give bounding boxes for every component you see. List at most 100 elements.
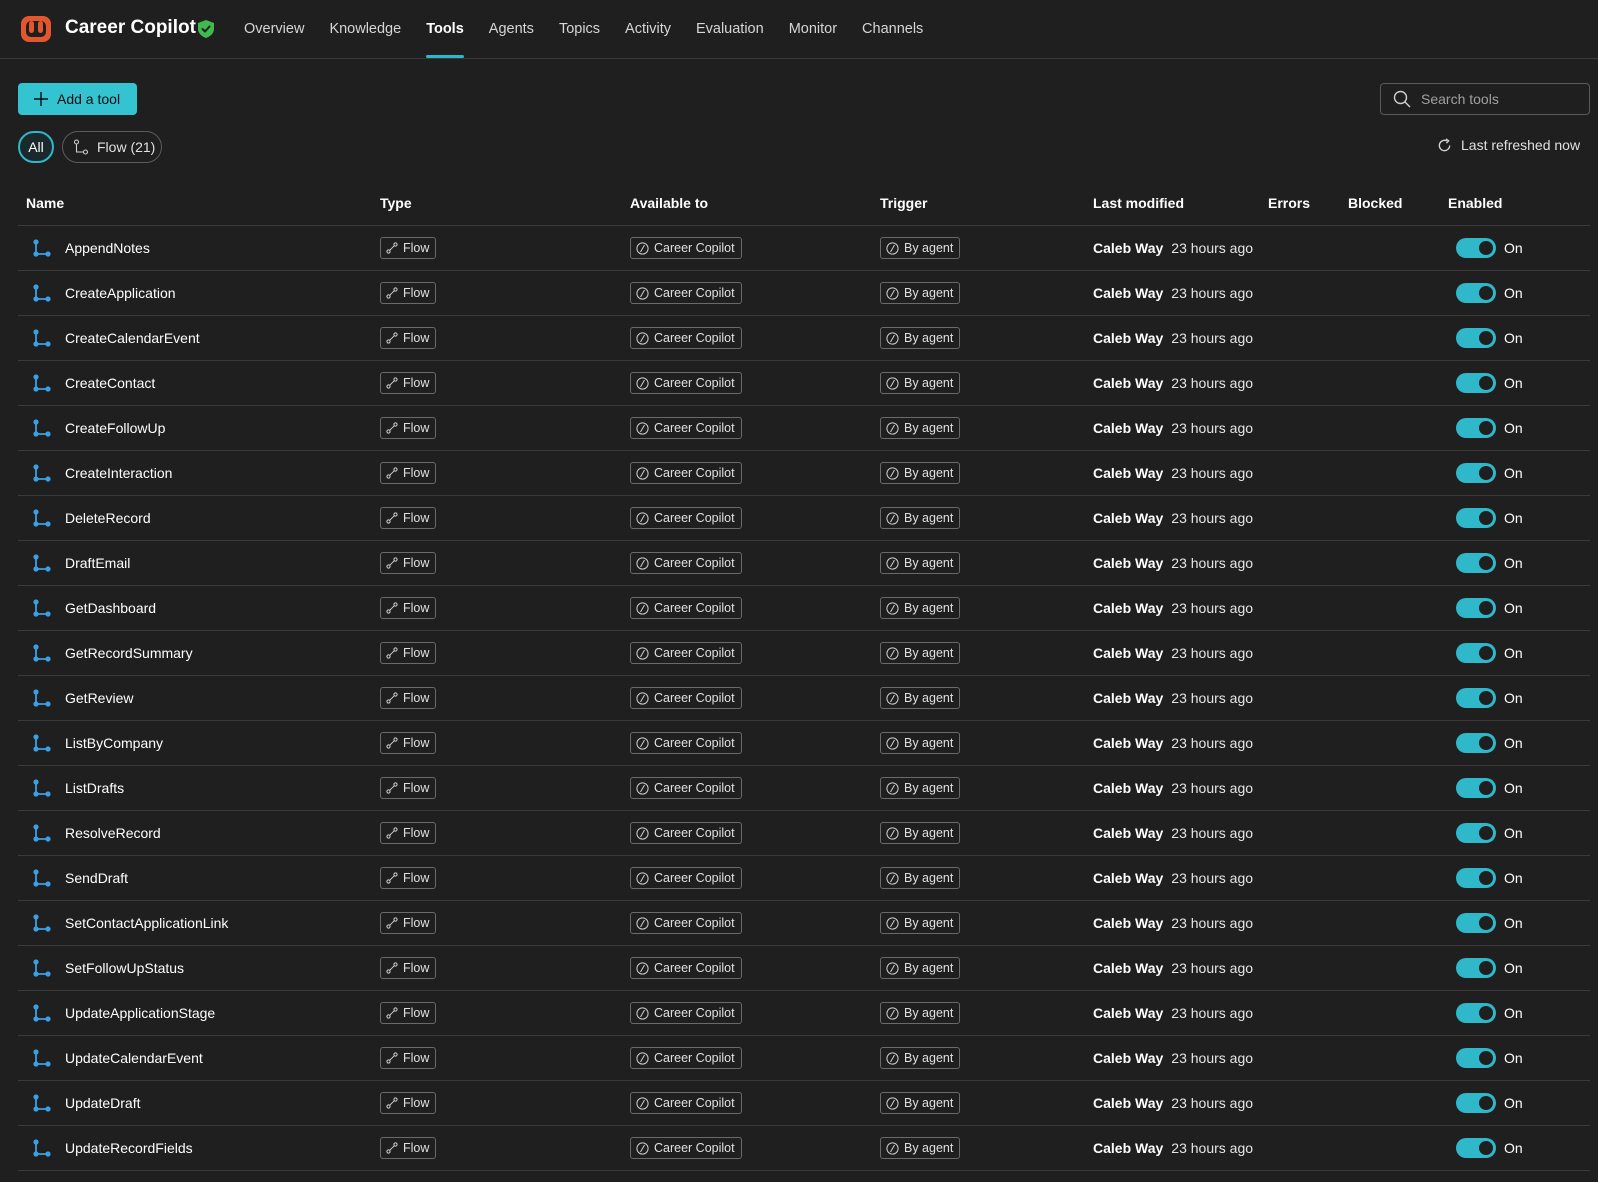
enabled-toggle[interactable] (1456, 418, 1496, 438)
table-row[interactable]: UpdateDraft Flow Career Copilot By agent… (18, 1081, 1590, 1126)
table-row[interactable]: SetFollowUpStatus Flow Career Copilot By… (18, 946, 1590, 991)
table-row[interactable]: CreateCalendarEvent Flow Career Copilot (18, 316, 1590, 361)
tool-name[interactable]: CreateCalendarEvent (65, 330, 200, 346)
enabled-toggle[interactable] (1456, 598, 1496, 618)
tool-name[interactable]: CreateFollowUp (65, 420, 165, 436)
tab-knowledge[interactable]: Knowledge (329, 0, 401, 58)
tool-name[interactable]: DeleteRecord (65, 510, 151, 526)
agent-icon (886, 601, 899, 615)
filter-all-chip[interactable]: All (18, 131, 54, 163)
tab-overview[interactable]: Overview (244, 0, 304, 58)
search-box[interactable] (1380, 83, 1590, 115)
tab-agents[interactable]: Agents (489, 0, 534, 58)
tool-name[interactable]: AppendNotes (65, 240, 150, 256)
table-row[interactable]: GetRecordSummary Flow Career Copilot By … (18, 631, 1590, 676)
available-text: Career Copilot (654, 421, 735, 435)
enabled-toggle[interactable] (1456, 463, 1496, 483)
tool-name[interactable]: CreateInteraction (65, 465, 172, 481)
tool-name[interactable]: UpdateApplicationStage (65, 1005, 215, 1021)
tool-name[interactable]: GetRecordSummary (65, 645, 193, 661)
enabled-toggle[interactable] (1456, 373, 1496, 393)
table-row[interactable]: SendDraft Flow Career Copilot By agent C… (18, 856, 1590, 901)
enabled-toggle[interactable] (1456, 283, 1496, 303)
tool-name[interactable]: UpdateDraft (65, 1095, 140, 1111)
tool-name[interactable]: CreateContact (65, 375, 155, 391)
enabled-toggle[interactable] (1456, 733, 1496, 753)
tab-monitor[interactable]: Monitor (789, 0, 837, 58)
table-row[interactable]: CreateFollowUp Flow Career Copilot By ag… (18, 406, 1590, 451)
enabled-toggle[interactable] (1456, 1138, 1496, 1158)
tool-name[interactable]: UpdateRecordFields (65, 1140, 193, 1156)
trigger-cell: By agent (880, 867, 1093, 889)
add-tool-button[interactable]: Add a tool (18, 83, 137, 115)
tool-name[interactable]: ListDrafts (65, 780, 124, 796)
enabled-toggle[interactable] (1456, 1093, 1496, 1113)
enabled-toggle[interactable] (1456, 868, 1496, 888)
link-icon (386, 1052, 398, 1064)
tool-name[interactable]: SendDraft (65, 870, 128, 886)
trigger-cell: By agent (880, 687, 1093, 709)
table-row[interactable]: UpdateRecordFields Flow Career Copilot B… (18, 1126, 1590, 1171)
table-row[interactable]: CreateContact Flow Career Copilot By age… (18, 361, 1590, 406)
enabled-toggle[interactable] (1456, 913, 1496, 933)
flow-icon (33, 599, 51, 617)
enabled-toggle[interactable] (1456, 238, 1496, 258)
enabled-toggle[interactable] (1456, 553, 1496, 573)
col-available-to[interactable]: Available to (630, 195, 880, 211)
enabled-toggle[interactable] (1456, 508, 1496, 528)
table-row[interactable]: GetDashboard Flow Career Copilot By agen… (18, 586, 1590, 631)
table-row[interactable]: UpdateCalendarEvent Flow Career Copilot (18, 1036, 1590, 1081)
table-row[interactable]: DeleteRecord Flow Career Copilot By agen… (18, 496, 1590, 541)
col-name[interactable]: Name (18, 195, 380, 211)
tab-activity[interactable]: Activity (625, 0, 671, 58)
col-type[interactable]: Type (380, 195, 630, 211)
tab-topics[interactable]: Topics (559, 0, 600, 58)
enabled-toggle[interactable] (1456, 778, 1496, 798)
col-last-modified[interactable]: Last modified (1093, 195, 1268, 211)
col-errors[interactable]: Errors (1268, 195, 1348, 211)
tool-name[interactable]: GetReview (65, 690, 133, 706)
enabled-toggle[interactable] (1456, 823, 1496, 843)
tool-name[interactable]: UpdateCalendarEvent (65, 1050, 203, 1066)
tab-channels[interactable]: Channels (862, 0, 923, 58)
table-row[interactable]: UpdateApplicationStage Flow Career Copil… (18, 991, 1590, 1036)
available-cell: Career Copilot (630, 462, 880, 484)
tool-name[interactable]: DraftEmail (65, 555, 130, 571)
table-row[interactable]: ListByCompany Flow Career Copilot By age… (18, 721, 1590, 766)
enabled-toggle[interactable] (1456, 688, 1496, 708)
col-blocked[interactable]: Blocked (1348, 195, 1448, 211)
tool-name[interactable]: SetContactApplicationLink (65, 915, 228, 931)
refresh-status[interactable]: Last refreshed now (1437, 137, 1580, 153)
table-row[interactable]: SetContactApplicationLink Flow Career Co… (18, 901, 1590, 946)
app-title[interactable]: Career Copilot (65, 17, 196, 39)
table-row[interactable]: ResolveRecord Flow Career Copilot By age… (18, 811, 1590, 856)
tool-name[interactable]: SetFollowUpStatus (65, 960, 184, 976)
table-row[interactable]: ListDrafts Flow Career Copilot By agent … (18, 766, 1590, 811)
name-cell: DeleteRecord (18, 508, 380, 528)
search-input[interactable] (1419, 90, 1573, 108)
tab-tools[interactable]: Tools (426, 0, 464, 58)
enabled-toggle[interactable] (1456, 1003, 1496, 1023)
tool-name[interactable]: ListByCompany (65, 735, 163, 751)
type-tag: Flow (380, 822, 437, 844)
enabled-toggle[interactable] (1456, 1048, 1496, 1068)
table-row[interactable]: CreateApplication Flow Career Copilot By… (18, 271, 1590, 316)
col-enabled[interactable]: Enabled (1448, 195, 1588, 211)
table-row[interactable]: DraftEmail Flow Career Copilot By agent … (18, 541, 1590, 586)
filter-flow-chip[interactable]: Flow (21) (62, 131, 162, 163)
tool-name[interactable]: GetDashboard (65, 600, 156, 616)
enabled-toggle[interactable] (1456, 958, 1496, 978)
table-row[interactable]: AppendNotes Flow Career Copilot By agent… (18, 226, 1590, 271)
name-cell: UpdateRecordFields (18, 1138, 380, 1158)
tool-name[interactable]: CreateApplication (65, 285, 176, 301)
tab-evaluation[interactable]: Evaluation (696, 0, 764, 58)
trigger-tag: By agent (880, 732, 961, 754)
table-row[interactable]: GetReview Flow Career Copilot By agent C… (18, 676, 1590, 721)
enabled-toggle[interactable] (1456, 643, 1496, 663)
copilot-studio-logo[interactable] (20, 13, 52, 45)
tool-name[interactable]: ResolveRecord (65, 825, 161, 841)
enabled-toggle[interactable] (1456, 328, 1496, 348)
col-trigger[interactable]: Trigger (880, 195, 1093, 211)
available-tag: Career Copilot (630, 867, 742, 889)
table-row[interactable]: CreateInteraction Flow Career Copilot By… (18, 451, 1590, 496)
